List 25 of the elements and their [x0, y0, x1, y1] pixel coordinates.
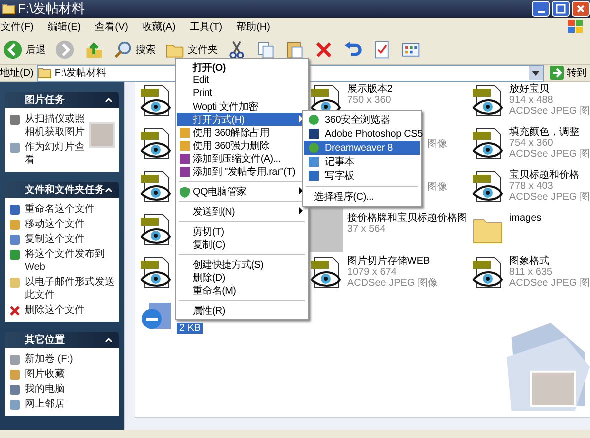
file-detail: 914 x 488	[509, 95, 554, 106]
file-name: 放好宝贝	[509, 84, 550, 95]
file-detail: ACDSee JPEG 图像	[347, 278, 438, 289]
file-detail: 754 x 360	[509, 138, 554, 149]
file-name: 图片切片存储WEB	[347, 256, 432, 267]
window-title: F:\发帖材料	[18, 0, 86, 18]
file-name: 图像	[427, 138, 448, 150]
file-name: 2 KB	[177, 323, 204, 334]
file-name: 图象格式	[509, 256, 550, 267]
file-detail: 811 x 635	[509, 267, 554, 278]
file-name: 接价格牌和宝贝标题价格图	[347, 213, 468, 224]
file-detail: ACDSee JPEG 图	[509, 192, 590, 203]
file-detail: 750 x 360	[347, 95, 392, 106]
file-name: 宝贝标题和价格	[509, 170, 580, 181]
file-name: images	[509, 213, 542, 224]
address-label: 地址(D)	[0, 66, 34, 80]
file-detail: 778 x 403	[509, 181, 554, 192]
file-detail: ACDSee JPEG 图	[509, 278, 590, 289]
file-detail: 37 x 564	[347, 224, 387, 235]
file-name: 展示版本2	[347, 84, 393, 95]
file-detail: ACDSee JPEG 图	[509, 106, 590, 117]
file-name: 填充颜色，调整	[509, 127, 580, 138]
file-name: 图像	[427, 181, 448, 193]
file-detail: ACDSee JPEG 图	[509, 149, 590, 160]
file-detail: 1079 x 674	[347, 267, 398, 278]
